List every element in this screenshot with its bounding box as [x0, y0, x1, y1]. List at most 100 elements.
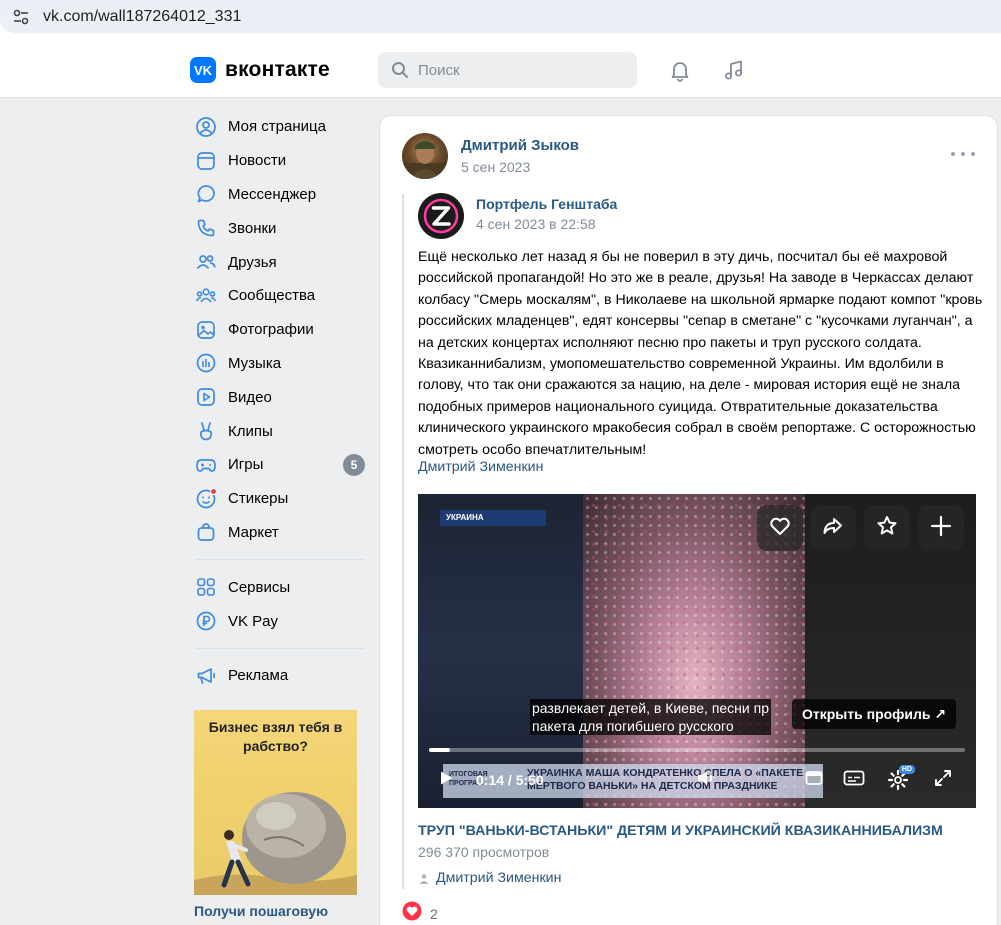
like-button[interactable]: 2 — [402, 901, 438, 925]
ad-caption[interactable]: Получи пошаговую — [194, 903, 328, 919]
vk-logo-text: вконтакте — [225, 58, 330, 81]
plus-icon — [928, 513, 954, 544]
add-video-button[interactable] — [918, 505, 964, 551]
address-field[interactable]: vk.com/wall187264012_331 — [0, 0, 1001, 33]
heart-icon — [767, 513, 793, 544]
menu-item-stickers[interactable]: Стикеры — [190, 482, 368, 516]
ad-banner[interactable]: Бизнес взял тебя в рабство? — [194, 710, 357, 895]
message-icon — [195, 183, 217, 205]
volume-button[interactable] — [694, 768, 718, 792]
menu-item-label: VK Pay — [228, 612, 279, 630]
news-ticker-line: УКРАИНКА МАША КОНДРАТЕНКО СПЕЛА О «ПАКЕТ… — [527, 767, 804, 779]
photo-icon — [195, 319, 217, 341]
play-button[interactable] — [434, 768, 458, 792]
menu-item-music[interactable]: Музыка — [190, 347, 368, 381]
video-views: 296 370 просмотров — [418, 844, 550, 860]
miniplayer-icon — [804, 768, 824, 793]
menu-item-friends[interactable]: Друзья — [190, 245, 368, 279]
search-box[interactable] — [378, 52, 637, 88]
games-count-badge: 5 — [343, 453, 365, 476]
news-ticker-text: УКРАИНКА МАША КОНДРАТЕНКО СПЕЛА О «ПАКЕТ… — [527, 767, 817, 793]
url-text[interactable]: vk.com/wall187264012_331 — [43, 8, 241, 26]
menu-divider — [196, 559, 364, 561]
post-date[interactable]: 5 сен 2023 — [461, 159, 530, 175]
news-ticker-line: МЕРТВОГО ВАНЬКИ» НА ДЕТСКОМ ПРАЗДНИКЕ — [527, 780, 778, 792]
menu-item-label: Стикеры — [228, 490, 289, 508]
post-author-name[interactable]: Дмитрий Зыков — [461, 137, 579, 154]
menu-item-vk-pay[interactable]: VK Pay — [190, 604, 368, 638]
settings-button[interactable]: HD — [886, 765, 915, 792]
menu-item-label: Моя страница — [228, 118, 326, 136]
communities-icon — [195, 285, 217, 307]
repost-avatar[interactable] — [418, 193, 464, 239]
ad-boulder-image — [194, 792, 357, 895]
more-options-icon[interactable] — [951, 149, 975, 159]
menu-item-market[interactable]: Маркет — [190, 516, 368, 550]
menu-item-label: Реклама — [228, 667, 289, 685]
video-author-name: Дмитрий Зименкин — [436, 870, 562, 886]
newspaper-icon — [195, 150, 217, 172]
menu-item-label: Новости — [228, 152, 287, 170]
menu-item-label: Видео — [228, 388, 272, 406]
menu-item-services[interactable]: Сервисы — [190, 570, 368, 604]
subtitle-line: развлекает детей, в Киеве, песни пр — [532, 700, 769, 716]
video-time: 0:14 / 5:50 — [476, 772, 544, 788]
menu-item-ads[interactable]: Реклама — [190, 659, 368, 693]
menu-item-label: Фотографии — [228, 321, 314, 339]
menu-item-news[interactable]: Новости — [190, 144, 368, 178]
clips-icon — [195, 420, 217, 442]
subtitles-icon — [843, 768, 865, 793]
vk-logo[interactable]: VK вконтакте — [190, 57, 330, 83]
video-player[interactable]: УКРАИНА развлекает детей, в Киеве, песни… — [418, 494, 976, 808]
share-video-button[interactable] — [810, 505, 856, 551]
post-text: Ещё несколько лет назад я бы не поверил … — [418, 249, 983, 458]
video-title[interactable]: ТРУП "ВАНЬКИ-ВСТАНЬКИ" ДЕТЯМ И УКРАИНСКИ… — [418, 823, 943, 839]
channel-label: УКРАИНА — [440, 510, 546, 526]
like-video-button[interactable] — [757, 505, 803, 551]
fullscreen-button[interactable] — [931, 768, 955, 792]
music-note-icon[interactable] — [721, 57, 747, 83]
menu-item-label: Сообщества — [228, 287, 316, 305]
video-progress-bar[interactable] — [429, 748, 965, 752]
bookmark-video-button[interactable] — [864, 505, 910, 551]
repost-divider — [402, 194, 404, 889]
video-author[interactable]: Дмитрий Зименкин — [418, 870, 561, 886]
open-profile-button[interactable]: Открыть профиль ↗ — [792, 699, 957, 729]
notification-dot — [210, 487, 217, 495]
menu-item-calls[interactable]: Звонки — [190, 211, 368, 245]
friends-icon — [195, 251, 217, 273]
menu-item-label: Клипы — [228, 422, 273, 440]
menu-item-games[interactable]: Игры 5 — [190, 448, 368, 482]
menu-item-label: Сервисы — [228, 578, 291, 596]
phone-icon — [195, 217, 217, 239]
repost-author-name[interactable]: Портфель Генштаба — [476, 196, 617, 212]
menu-item-photos[interactable]: Фотографии — [190, 313, 368, 347]
user-circle-icon — [195, 116, 217, 138]
ruble-icon — [195, 610, 217, 632]
subtitles-button[interactable] — [842, 768, 866, 792]
video-icon — [195, 386, 217, 408]
menu-divider — [196, 647, 364, 649]
menu-item-label: Звонки — [228, 219, 277, 237]
menu-item-my-page[interactable]: Моя страница — [190, 110, 368, 144]
volume-icon — [695, 767, 717, 794]
share-icon — [820, 513, 846, 544]
menu-item-label: Маркет — [228, 523, 279, 541]
wall-post: Дмитрий Зыков 5 сен 2023 Портфель Геншта… — [379, 115, 998, 925]
site-header: VK вконтакте — [0, 33, 1001, 98]
author-avatar[interactable] — [402, 133, 448, 179]
miniplayer-button[interactable] — [802, 768, 826, 792]
tune-icon[interactable] — [9, 5, 33, 29]
subtitle-line: пакета для погибшего русского — [532, 718, 734, 734]
megaphone-icon — [195, 665, 217, 687]
search-input[interactable] — [418, 61, 618, 79]
repost-date[interactable]: 4 сен 2023 в 22:58 — [476, 216, 595, 232]
menu-item-clips[interactable]: Клипы — [190, 414, 368, 448]
menu-item-video[interactable]: Видео — [190, 380, 368, 414]
bell-icon[interactable] — [667, 57, 693, 83]
menu-item-communities[interactable]: Сообщества — [190, 279, 368, 313]
video-frame-left — [418, 494, 583, 808]
menu-item-messenger[interactable]: Мессенджер — [190, 178, 368, 212]
post-author-link[interactable]: Дмитрий Зименкин — [418, 459, 543, 475]
grid-icon — [195, 576, 217, 598]
